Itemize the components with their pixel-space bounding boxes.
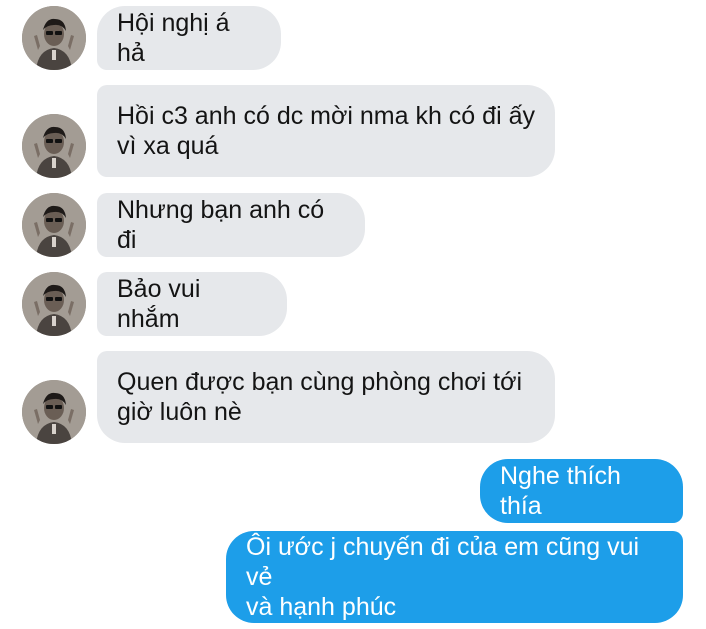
message-bubble-incoming[interactable]: Hồi c3 anh có dc mời nma kh có đi ấy vì … [97, 85, 555, 177]
message-bubble-incoming[interactable]: Bảo vui nhắm [97, 272, 287, 336]
avatar-photo-icon [22, 380, 86, 444]
message-bubble-incoming[interactable]: Nhưng bạn anh có đi [97, 193, 365, 257]
avatar-photo-icon [22, 193, 86, 257]
message-bubble-outgoing[interactable]: Nghe thích thía [480, 459, 683, 523]
avatar-photo-icon [22, 272, 86, 336]
avatar-photo-icon [22, 6, 86, 70]
message-bubble-incoming[interactable]: Quen được bạn cùng phòng chơi tới giờ lu… [97, 351, 555, 443]
avatar-photo-icon [22, 114, 86, 178]
contact-avatar-2[interactable] [22, 114, 86, 178]
message-bubble-incoming[interactable]: Hội nghị á hả [97, 6, 281, 70]
contact-avatar-4[interactable] [22, 272, 86, 336]
contact-avatar-5[interactable] [22, 380, 86, 444]
contact-avatar-1[interactable] [22, 6, 86, 70]
contact-avatar-3[interactable] [22, 193, 86, 257]
message-bubble-outgoing[interactable]: Ôi ước j chuyến đi của em cũng vui vẻ và… [226, 531, 683, 623]
